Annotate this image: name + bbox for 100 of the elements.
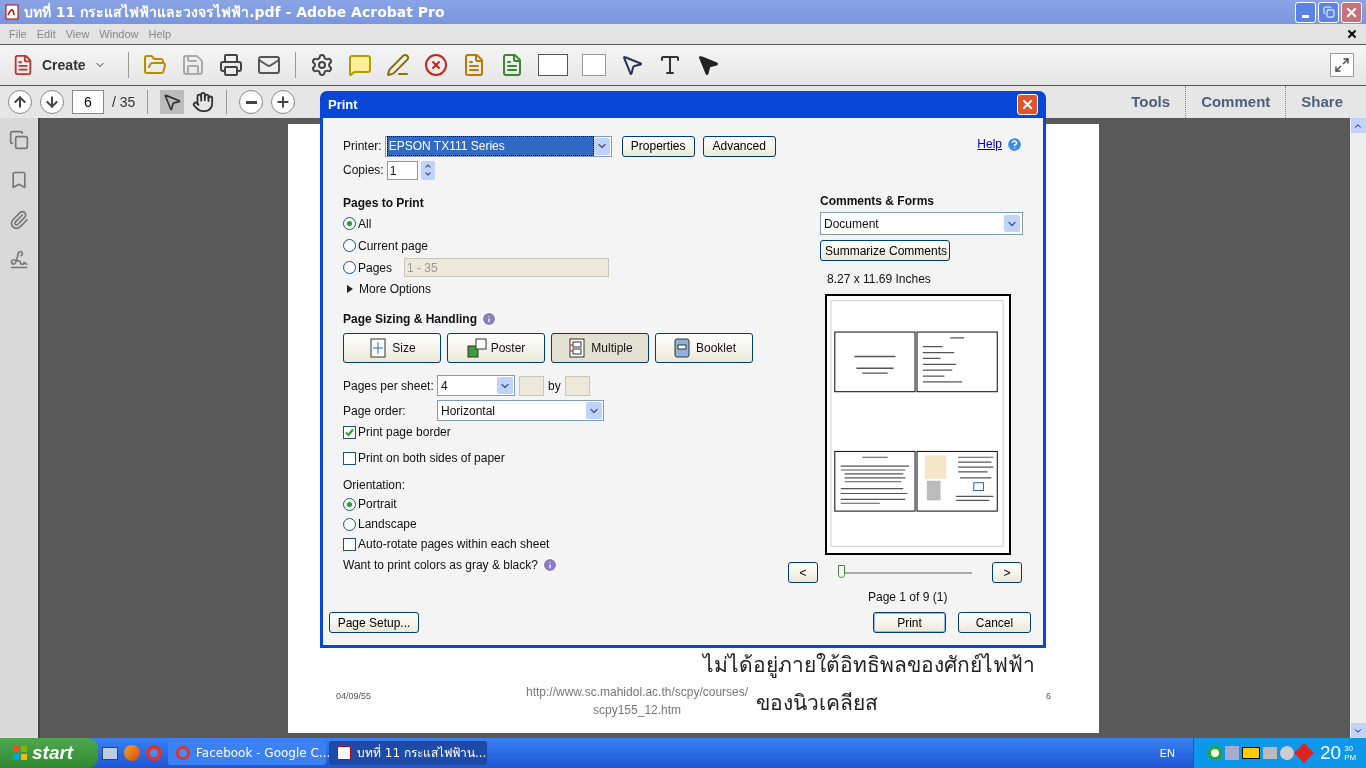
sizing-mode-button[interactable]: Size (343, 333, 441, 363)
section-heading: Pages to Print (343, 195, 425, 212)
full-screen-button[interactable] (1330, 53, 1354, 77)
down-arrow-icon (44, 94, 60, 110)
settings-icon[interactable] (309, 53, 334, 77)
dialog-button[interactable]: Properties (621, 135, 695, 157)
tiles-icon (466, 338, 487, 358)
next-page-button[interactable] (40, 90, 64, 114)
slider-thumb[interactable] (838, 564, 845, 578)
hand-tool-icon[interactable] (192, 91, 215, 113)
sizing-mode-button[interactable]: Multiple (551, 333, 649, 363)
cancel-button[interactable]: Cancel (958, 612, 1031, 633)
field-label: Printer: (343, 138, 382, 155)
field-label: by (548, 377, 561, 395)
previous-preview-button[interactable]: < (788, 562, 818, 583)
open-folder-icon[interactable] (142, 53, 167, 77)
page-setup-button[interactable]: Page Setup... (329, 612, 419, 633)
paperclip-icon[interactable] (9, 210, 29, 230)
zoom-out-button[interactable] (239, 90, 264, 114)
radio-button[interactable] (343, 239, 356, 252)
restore-button[interactable] (1318, 1, 1339, 23)
minimize-button[interactable] (1295, 1, 1316, 23)
close-document-icon[interactable] (1346, 28, 1358, 40)
scrollbar[interactable] (1350, 118, 1366, 738)
sizing-mode-button[interactable]: Booklet (655, 333, 753, 363)
close-button[interactable] (1017, 94, 1038, 115)
page-number-tool-icon[interactable] (537, 54, 568, 76)
radio-button[interactable] (343, 517, 356, 531)
more-options-toggle[interactable]: More Options (343, 278, 788, 299)
scroll-down-icon[interactable] (1350, 723, 1366, 738)
slide-url: scpy155_12.htm (593, 702, 682, 719)
page-text: ไม่ได้อยู่ภายใต้อิทธิพลของศักย์ไฟฟ้า (703, 651, 1036, 680)
tray-icon[interactable] (1242, 747, 1260, 759)
page-range-field: 1 - 35 (404, 258, 610, 277)
comments-forms-select[interactable]: Document (820, 212, 1023, 235)
sizing-mode-button[interactable]: Poster (447, 333, 545, 363)
stamp-tool-icon[interactable] (581, 54, 606, 76)
pages-icon[interactable] (9, 130, 29, 150)
radio-button[interactable] (343, 497, 356, 511)
desktop-icon[interactable] (102, 746, 118, 760)
columns-field (519, 375, 544, 396)
section-heading: Comments & Forms (820, 193, 936, 210)
print-button[interactable]: Print (873, 612, 946, 633)
radio-label[interactable]: All (358, 214, 372, 233)
section-heading: Page Sizing & Handling (343, 311, 477, 328)
dialog-title: Print (328, 95, 358, 114)
radio-label[interactable]: Current page (358, 236, 429, 255)
printer-select[interactable]: EPSON TX111 Series (384, 135, 612, 157)
radio-button[interactable] (343, 217, 356, 230)
radio-label[interactable]: Pages (358, 258, 393, 277)
bookmark-icon[interactable] (9, 170, 29, 190)
summarize-comments-button[interactable]: Summarize Comments (820, 240, 950, 261)
save-icon[interactable] (180, 53, 205, 77)
close-button[interactable] (1341, 1, 1362, 23)
signature-icon[interactable] (9, 250, 29, 270)
page-number-field[interactable]: 6 (72, 90, 104, 114)
radio-label[interactable]: Landscape (358, 515, 417, 533)
language-indicator[interactable]: EN (1159, 744, 1175, 762)
radio-button[interactable] (343, 261, 356, 274)
previous-page-button[interactable] (8, 90, 32, 114)
create-document-icon (12, 54, 34, 76)
up-arrow-icon (12, 94, 28, 110)
spinner-icon[interactable] (420, 160, 435, 180)
start-button[interactable]: start (0, 738, 98, 768)
dialog-button[interactable]: Advanced (702, 135, 776, 157)
checkbox[interactable] (343, 537, 356, 551)
page-order-select[interactable]: Horizontal (437, 400, 604, 421)
slide-date: 04/09/55 (336, 689, 373, 703)
checkbox[interactable] (343, 451, 356, 465)
print-icon[interactable] (218, 53, 243, 77)
help-link[interactable]: Help (977, 135, 1002, 153)
zoom-in-button[interactable] (271, 90, 296, 114)
firefox-icon[interactable] (124, 745, 140, 761)
help-icon[interactable] (1006, 135, 1023, 153)
email-icon[interactable] (256, 53, 281, 77)
checkbox-label[interactable]: Print on both sides of paper (358, 449, 505, 467)
pages-icon (567, 338, 588, 358)
pane-tab[interactable]: Share (1286, 90, 1358, 114)
clock-minute: 30 (1344, 744, 1355, 753)
taskbar-button[interactable]: บทที่ 11 กระแสไฟฟ้าน... (329, 741, 487, 765)
next-preview-button[interactable]: > (992, 562, 1022, 583)
checkbox[interactable] (343, 425, 356, 439)
create-button[interactable]: Create (12, 54, 114, 76)
scroll-up-icon[interactable] (1350, 118, 1366, 133)
close-icon (1020, 97, 1035, 112)
pen-icon[interactable] (385, 53, 410, 77)
info-icon[interactable] (542, 557, 558, 573)
checkbox-label[interactable]: Print page border (358, 423, 451, 441)
field-label: Orientation: (343, 477, 407, 494)
checkbox-label[interactable]: Auto-rotate pages within each sheet (358, 535, 550, 553)
comment-icon[interactable] (347, 53, 372, 77)
field-label: Pages per sheet: (343, 377, 435, 395)
booklet-icon (672, 338, 692, 358)
pane-tab[interactable]: Comment (1186, 90, 1286, 114)
radio-label[interactable]: Portrait (358, 495, 397, 513)
select-tool-icon[interactable] (160, 90, 185, 114)
pages-per-sheet-select[interactable]: 4 (437, 375, 515, 396)
copies-field[interactable]: 1 (386, 160, 418, 180)
pane-tab[interactable]: Tools (1116, 90, 1186, 114)
info-icon[interactable] (481, 311, 497, 327)
